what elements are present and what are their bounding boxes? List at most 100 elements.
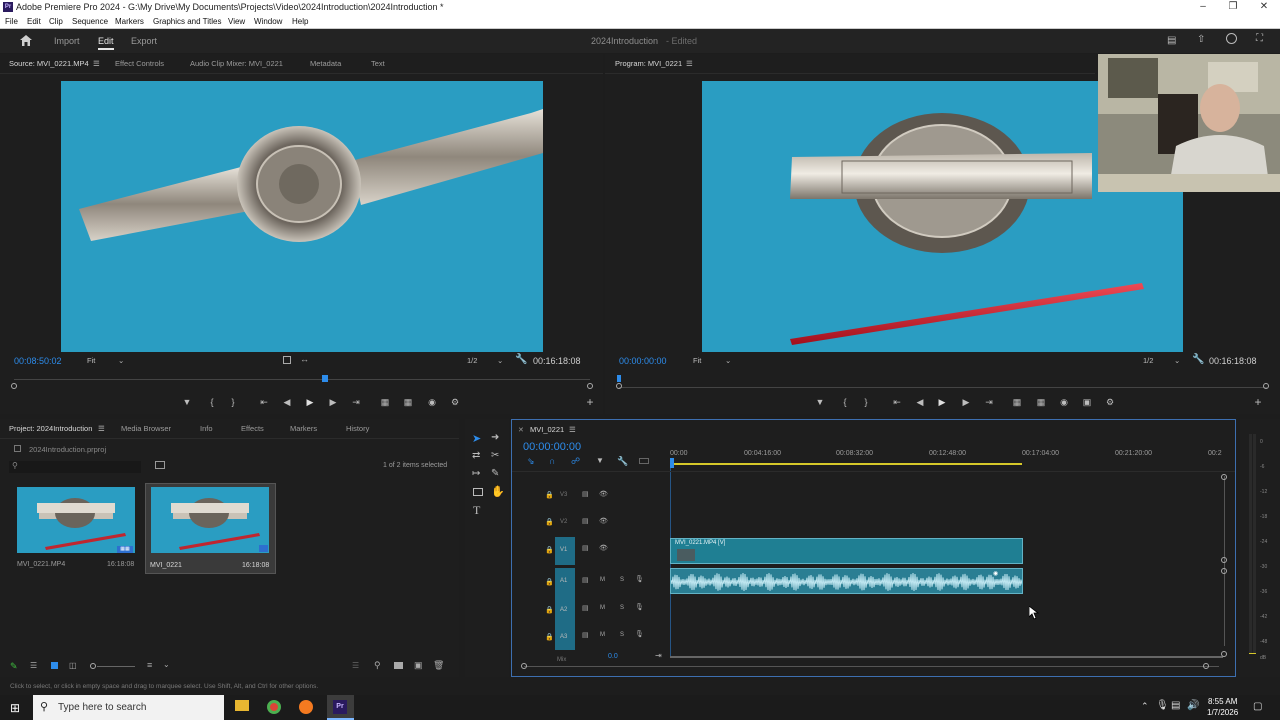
tab-text[interactable]: Text [371,59,385,68]
new-item-icon[interactable]: ▣ [414,660,423,671]
mute-icon[interactable]: M [600,632,605,638]
menu-clip[interactable]: Clip [49,17,63,26]
track-a1-label[interactable]: A1 [560,578,567,584]
track-v2-label[interactable]: V2 [560,519,567,525]
source-add-button-icon[interactable]: + [584,395,596,409]
source-resolution-chevron-icon[interactable]: ⌄ [497,356,503,365]
program-add-button-icon[interactable]: + [1252,395,1264,409]
timeline-scroll-handle-right[interactable] [1203,663,1209,669]
selection-tool-icon[interactable]: ➤ [472,432,481,445]
program-panel-menu-icon[interactable]: ☰ [686,59,693,68]
workspace-export[interactable]: Export [131,36,157,46]
tray-network-icon[interactable]: ▤ [1171,700,1180,711]
razor-tool-icon[interactable]: ✂ [491,450,499,461]
program-resolution-chevron-icon[interactable]: ⌄ [1174,356,1180,365]
audio-clip[interactable]: ◉ [670,568,1023,594]
program-step-back-icon[interactable]: ◀ [914,397,926,408]
mix-value[interactable]: 0.0 [608,653,618,660]
program-mark-out-icon[interactable]: } [860,397,872,407]
timeline-timecode[interactable]: 00:00:00:00 [523,441,581,453]
menu-help[interactable]: Help [292,17,308,26]
tab-effect-controls[interactable]: Effect Controls [115,59,164,68]
timeline-playhead[interactable] [670,458,674,468]
file-explorer-icon[interactable] [235,700,249,711]
tab-media-browser[interactable]: Media Browser [121,424,171,433]
fullscreen-icon[interactable]: ⛶ [1256,33,1263,44]
vertical-scroll-handle-top[interactable] [1221,474,1227,480]
menu-window[interactable]: Window [254,17,282,26]
source-zoom-handle-right[interactable] [587,383,593,389]
source-goto-out-icon[interactable]: ⇥ [350,397,362,408]
source-drag-video-icon[interactable] [283,356,291,364]
track-a3-label[interactable]: A3 [560,634,567,640]
menu-file[interactable]: File [5,17,18,26]
project-panel-menu-icon[interactable]: ☰ [98,424,105,433]
new-bin-icon[interactable] [155,461,165,469]
program-zoom-handle-left[interactable] [616,383,622,389]
go-to-end-icon[interactable]: ⇥ [655,651,662,660]
workspace-import[interactable]: Import [54,36,80,46]
workspace-edit[interactable]: Edit [98,36,114,50]
lock-icon[interactable]: 🔒 [545,546,554,554]
add-marker-icon[interactable]: ▼ [596,456,604,465]
project-search-input[interactable] [9,461,141,473]
zoom-slider-handle[interactable] [90,663,96,669]
home-icon[interactable] [20,35,32,46]
timeline-horizontal-scroll[interactable] [524,666,1219,667]
menu-edit[interactable]: Edit [27,17,41,26]
new-bin-footer-icon[interactable] [394,662,403,669]
lock-icon[interactable]: 🔒 [545,633,554,641]
program-playhead[interactable] [617,375,621,382]
lock-icon[interactable]: 🔒 [545,518,554,526]
program-extract-icon[interactable]: ▦ [1035,397,1047,408]
video-clip[interactable]: MVI_0221.MP4 [V] [670,538,1023,564]
tab-source[interactable]: Source: MVI_0221.MP4 [9,59,89,68]
notifications-icon[interactable]: ▢ [1253,701,1262,712]
chrome-icon[interactable] [267,700,281,714]
program-fit-dropdown[interactable]: Fit [693,356,701,365]
zoom-slider-track[interactable] [97,666,135,667]
program-goto-in-icon[interactable]: ⇤ [891,397,903,408]
source-add-marker-icon[interactable]: ▼ [181,397,193,407]
share-icon[interactable]: ⇧ [1197,34,1205,45]
menu-markers[interactable]: Markers [115,17,144,26]
program-add-marker-icon[interactable]: ▼ [814,397,826,407]
windows-start-icon[interactable]: ⊞ [10,701,20,715]
program-timecode[interactable]: 00:00:00:00 [619,356,667,366]
tray-date[interactable]: 1/7/2026 [1207,708,1238,717]
microphone-icon[interactable]: 🎙 [635,630,644,638]
solo-icon[interactable]: S [620,577,624,583]
project-item-sequence[interactable]: MVI_0221 16:18:08 [145,483,276,574]
source-step-back-icon[interactable]: ◀ [281,397,293,408]
sync-lock-icon[interactable]: ▤ [582,517,589,525]
track-a2-label[interactable]: A2 [560,607,567,613]
source-resolution-dropdown[interactable]: 1/2 [467,356,477,365]
program-export-frame-icon[interactable]: ◉ [1058,397,1070,408]
sync-lock-icon[interactable]: ▤ [582,604,589,612]
menu-sequence[interactable]: Sequence [72,17,108,26]
program-settings-wrench-icon[interactable]: 🔧 [1192,354,1204,365]
source-step-forward-icon[interactable]: ▶ [327,397,339,408]
taskbar-search-input[interactable]: ⚲ Type here to search [33,695,224,720]
source-video-frame[interactable] [61,81,543,352]
list-view-icon[interactable]: ☰ [30,661,37,670]
tab-history[interactable]: History [346,424,369,433]
source-fit-dropdown[interactable]: Fit [87,356,95,365]
freeform-view-icon[interactable]: ◫ [69,661,77,670]
sync-lock-icon[interactable]: ▤ [582,544,589,552]
tray-volume-icon[interactable]: 🔊 [1187,700,1199,711]
source-insert-icon[interactable]: ▦ [379,397,391,408]
program-play-icon[interactable]: ▶ [936,397,948,408]
minimize-icon[interactable]: – [1196,1,1210,13]
tray-microphone-icon[interactable]: 🎙 [1156,700,1169,711]
project-writable-pencil-icon[interactable]: ✎ [10,661,18,672]
tab-project[interactable]: Project: 2024Introduction [9,424,92,433]
microphone-icon[interactable]: 🎙 [635,603,644,611]
program-zoom-handle-right[interactable] [1263,383,1269,389]
track-v1-label[interactable]: V1 [560,547,567,553]
program-resolution-dropdown[interactable]: 1/2 [1143,356,1153,365]
source-panel-menu-icon[interactable]: ☰ [93,59,100,68]
vertical-scroll-handle-audio[interactable] [1221,568,1227,574]
hand-tool-icon[interactable]: ✋ [491,485,505,498]
tab-audio-clip-mixer[interactable]: Audio Clip Mixer: MVI_0221 [190,59,283,68]
